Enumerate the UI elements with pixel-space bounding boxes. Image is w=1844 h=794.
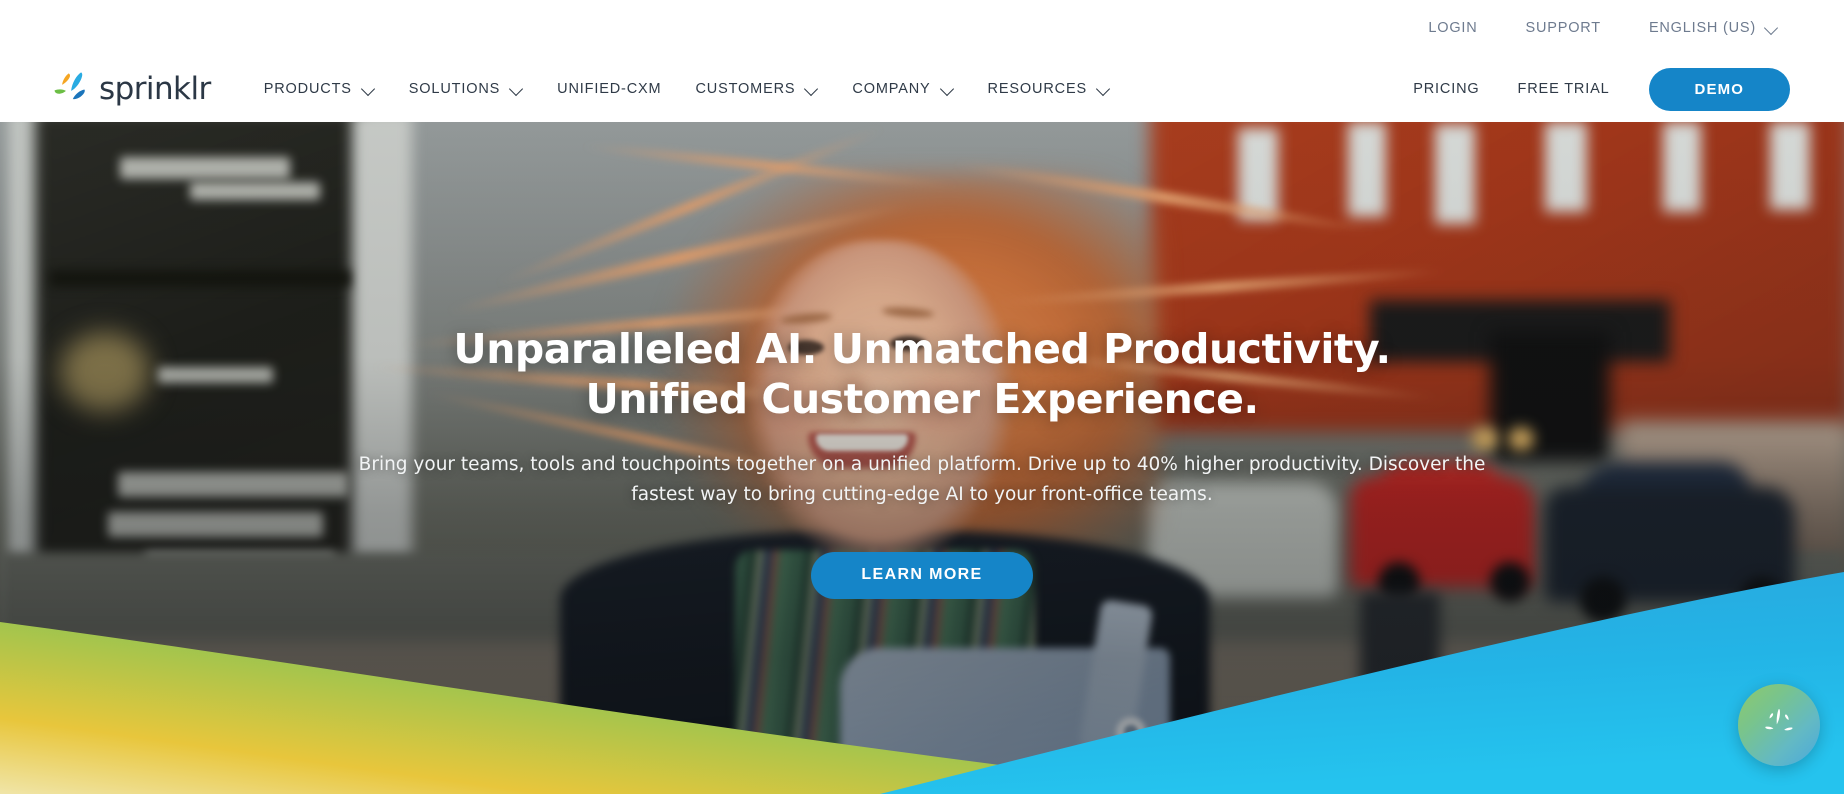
- free-trial-link[interactable]: FREE TRIAL: [1499, 81, 1629, 97]
- nav-item-label: CUSTOMERS: [695, 81, 796, 97]
- nav-item-label: RESOURCES: [987, 81, 1087, 97]
- nav-item-products[interactable]: PRODUCTS: [247, 81, 392, 97]
- logo-wordmark: sprinklr: [99, 71, 211, 107]
- hero-title-line-2: Unified Customer Experience.: [585, 375, 1259, 424]
- nav-item-label: COMPANY: [852, 81, 931, 97]
- primary-nav: sprinklr PRODUCTS SOLUTIONS UNIFIED-CXM …: [0, 56, 1844, 122]
- chevron-down-icon: [510, 83, 523, 96]
- language-label: ENGLISH (US): [1648, 20, 1756, 36]
- nav-item-customers[interactable]: CUSTOMERS: [678, 81, 835, 97]
- chevron-down-icon: [1097, 83, 1110, 96]
- demo-button[interactable]: DEMO: [1648, 67, 1790, 111]
- chat-widget-button[interactable]: [1738, 684, 1820, 766]
- hero-content: Unparalleled AI. Unmatched Productivity.…: [0, 122, 1844, 794]
- nav-item-solutions[interactable]: SOLUTIONS: [392, 81, 540, 97]
- nav-item-resources[interactable]: RESOURCES: [971, 81, 1127, 97]
- utility-nav: LOGIN SUPPORT ENGLISH (US): [1404, 0, 1844, 56]
- sprinklr-droplet-logo-icon: [54, 72, 85, 100]
- learn-more-button[interactable]: LEARN MORE: [811, 551, 1033, 599]
- nav-actions: PRICING FREE TRIAL DEMO: [1394, 67, 1844, 111]
- page-title: Unparalleled AI. Unmatched Productivity.…: [372, 324, 1472, 424]
- login-link[interactable]: LOGIN: [1404, 20, 1501, 36]
- nav-item-company[interactable]: COMPANY: [835, 81, 970, 97]
- nav-item-list: PRODUCTS SOLUTIONS UNIFIED-CXM CUSTOMERS…: [247, 81, 1127, 97]
- support-link[interactable]: SUPPORT: [1502, 20, 1625, 36]
- language-selector[interactable]: ENGLISH (US): [1625, 20, 1782, 36]
- hero-subtitle: Bring your teams, tools and touchpoints …: [358, 454, 1486, 505]
- pricing-link[interactable]: PRICING: [1394, 81, 1498, 97]
- chevron-down-icon: [362, 83, 375, 96]
- sprinklr-logo[interactable]: sprinklr: [52, 71, 211, 107]
- chevron-down-icon: [805, 83, 818, 96]
- nav-item-unified-cxm[interactable]: UNIFIED-CXM: [540, 81, 678, 97]
- chevron-down-icon: [1765, 22, 1778, 35]
- nav-item-label: UNIFIED-CXM: [557, 81, 662, 97]
- hero-section: Unparalleled AI. Unmatched Productivity.…: [0, 122, 1844, 794]
- sprinklr-homepage: LOGIN SUPPORT ENGLISH (US) sprinklr PROD: [0, 0, 1844, 794]
- chevron-down-icon: [941, 83, 954, 96]
- nav-item-label: PRODUCTS: [263, 81, 352, 97]
- site-header: LOGIN SUPPORT ENGLISH (US) sprinklr PROD: [0, 0, 1844, 122]
- hero-title-line-1: Unparalleled AI. Unmatched Productivity.: [453, 325, 1391, 373]
- sprinklr-droplet-icon: [1765, 709, 1793, 731]
- nav-item-label: SOLUTIONS: [408, 81, 501, 97]
